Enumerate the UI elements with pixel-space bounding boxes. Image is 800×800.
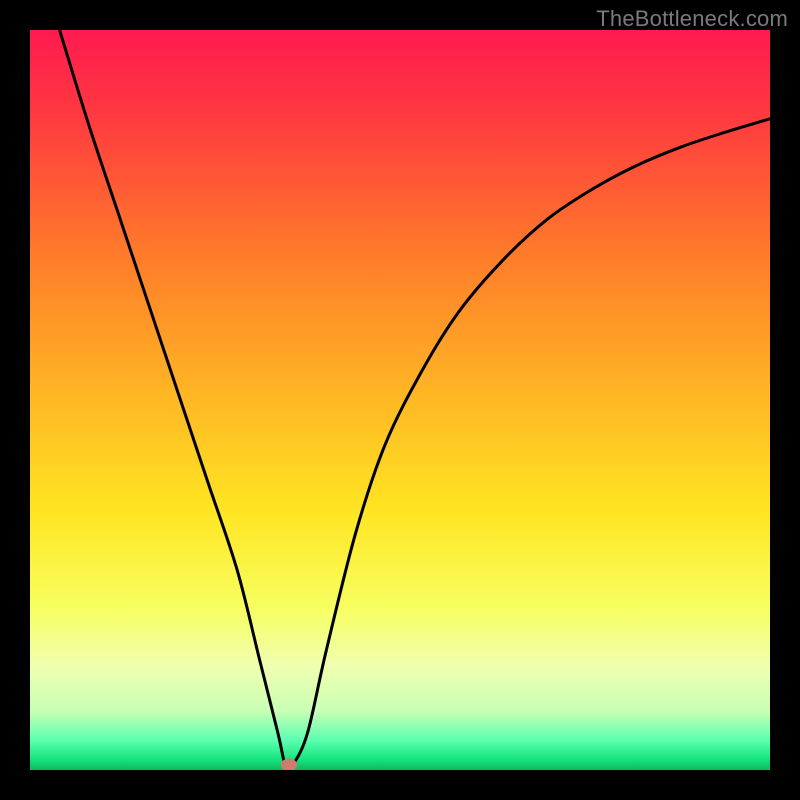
chart-svg xyxy=(30,30,770,770)
chart-frame: TheBottleneck.com xyxy=(0,0,800,800)
watermark-text: TheBottleneck.com xyxy=(596,6,788,32)
gradient-background xyxy=(30,30,770,770)
plot-area xyxy=(30,30,770,770)
